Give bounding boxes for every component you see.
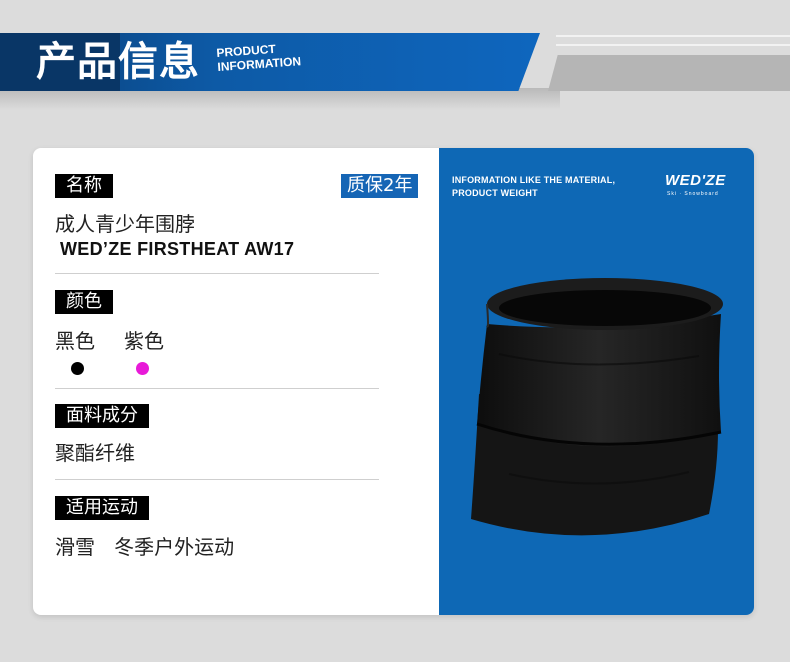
color-section-tag: 颜色 [55, 290, 113, 314]
header-stripe-line [556, 35, 790, 37]
page-subtitle: PRODUCT INFORMATION [216, 40, 302, 74]
caption-line: PRODUCT WEIGHT [452, 188, 538, 198]
color-swatch-purple [136, 362, 149, 375]
color-swatch-black [71, 362, 84, 375]
divider [55, 388, 379, 389]
brand-tagline: Ski · Snowboard [667, 191, 719, 197]
color-option-purple: 紫色 [124, 329, 164, 353]
product-image-panel: INFORMATION LIKE THE MATERIAL, PRODUCT W… [439, 148, 754, 615]
product-name: 成人青少年围脖 [55, 212, 195, 236]
product-model: WED’ZE FIRSTHEAT AW17 [60, 239, 295, 259]
neck-warmer-image [471, 278, 723, 536]
caption-line: INFORMATION LIKE THE MATERIAL, [452, 175, 616, 185]
brand-logo: WED'ZE Ski · Snowboard [665, 172, 745, 202]
divider [55, 273, 379, 274]
header-stripe-line [556, 44, 790, 46]
panel-caption: INFORMATION LIKE THE MATERIAL, PRODUCT W… [452, 174, 652, 200]
header-shadow [0, 88, 560, 110]
warranty-badge: 质保2年 [341, 174, 419, 198]
product-info-card: 名称 质保2年 成人青少年围脖 WED’ZE FIRSTHEAT AW17 颜色… [33, 148, 754, 615]
product-details-panel: 名称 质保2年 成人青少年围脖 WED’ZE FIRSTHEAT AW17 颜色… [33, 148, 439, 615]
divider [55, 479, 379, 480]
sports-value: 滑雪 冬季户外运动 [55, 535, 235, 559]
color-option-black: 黑色 [55, 329, 95, 353]
page-title: 产品信息 [36, 39, 200, 85]
sports-section-tag: 适用运动 [55, 496, 149, 520]
brand-name: WED'ZE [665, 172, 726, 189]
material-value: 聚酯纤维 [55, 441, 135, 465]
material-section-tag: 面料成分 [55, 404, 149, 428]
name-section-tag: 名称 [55, 174, 113, 198]
header-gray-stripe [548, 55, 790, 91]
